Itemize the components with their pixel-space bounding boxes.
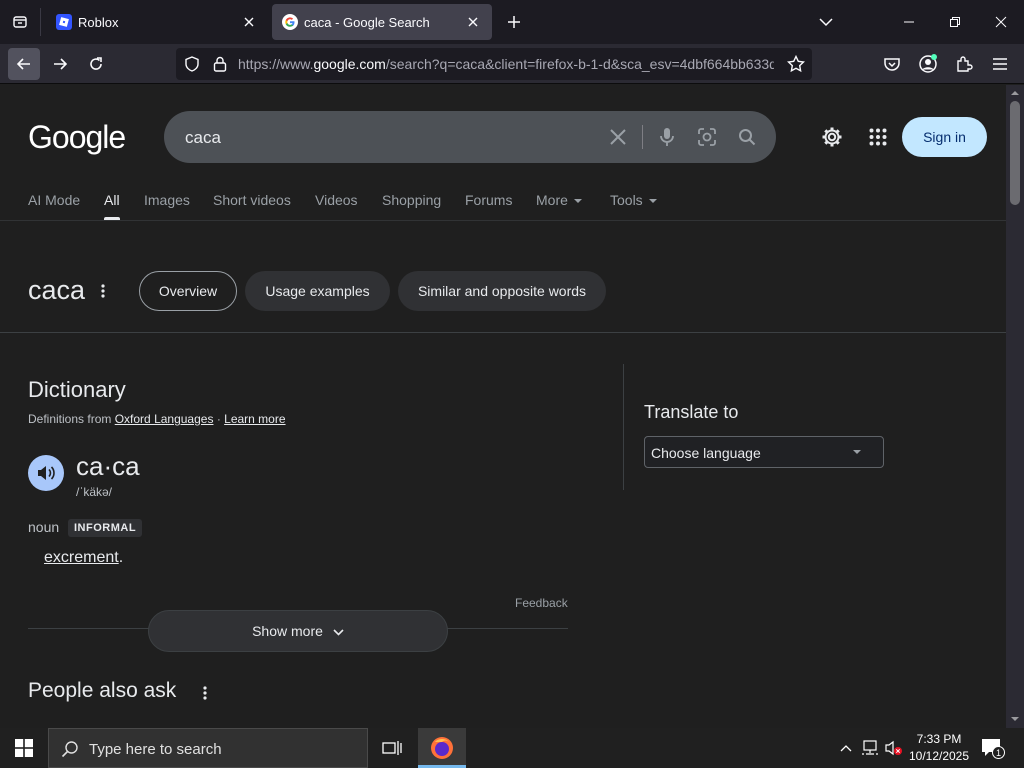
url-bar[interactable]: https://www.google.com/search?q=caca&cli… bbox=[176, 48, 812, 80]
tab-videos[interactable]: Videos bbox=[315, 192, 358, 208]
windows-start-icon[interactable] bbox=[0, 728, 48, 768]
search-term-heading: caca bbox=[28, 275, 86, 305]
tab-images[interactable]: Images bbox=[144, 192, 190, 208]
tab-roblox[interactable]: Roblox bbox=[46, 4, 268, 40]
tab-google-search[interactable]: caca - Google Search bbox=[272, 4, 492, 40]
search-icon bbox=[61, 740, 79, 763]
scroll-up-icon[interactable] bbox=[1011, 89, 1019, 97]
more-vert-icon[interactable] bbox=[198, 683, 212, 703]
chip-similar-opposite-words[interactable]: Similar and opposite words bbox=[398, 271, 606, 311]
minimize-icon[interactable] bbox=[886, 0, 932, 44]
chevron-up-icon[interactable] bbox=[836, 738, 856, 758]
extensions-puzzle-icon[interactable] bbox=[948, 48, 980, 80]
microphone-icon[interactable] bbox=[655, 125, 679, 149]
notification-icon[interactable]: 1 bbox=[980, 736, 1005, 760]
tab-short-videos[interactable]: Short videos bbox=[213, 192, 291, 208]
phonetic: /ˈkäkə/ bbox=[76, 485, 113, 499]
part-of-speech: noun bbox=[28, 519, 60, 535]
tab-title: Roblox bbox=[78, 14, 119, 30]
taskbar-clock[interactable]: 7:33 PM 10/12/2025 bbox=[906, 731, 972, 765]
notification-count: 1 bbox=[992, 746, 1005, 759]
clear-search-icon[interactable] bbox=[606, 125, 630, 149]
sign-in-button[interactable]: Sign in bbox=[902, 117, 987, 157]
pocket-icon[interactable] bbox=[876, 48, 908, 80]
firefox-taskbar-icon[interactable] bbox=[418, 728, 466, 768]
gear-icon[interactable] bbox=[818, 123, 846, 151]
web-page: Google caca Sign in AI Mode All Images S… bbox=[0, 85, 1006, 728]
roblox-favicon-icon bbox=[56, 14, 72, 30]
caret-down-icon bbox=[648, 199, 657, 204]
account-icon[interactable] bbox=[912, 48, 944, 80]
tab-forums[interactable]: Forums bbox=[465, 192, 512, 208]
restore-icon[interactable] bbox=[932, 0, 978, 44]
tab-separator bbox=[40, 8, 41, 36]
search-divider bbox=[642, 125, 643, 149]
navigation-toolbar: https://www.google.com/search?q=caca&cli… bbox=[0, 44, 1024, 84]
close-tab-icon[interactable] bbox=[240, 13, 258, 31]
new-tab-icon[interactable] bbox=[502, 10, 526, 34]
tab-all[interactable]: All bbox=[104, 192, 120, 208]
apps-grid-icon[interactable] bbox=[864, 123, 892, 151]
register-badge: INFORMAL bbox=[68, 519, 143, 537]
oxford-languages-link[interactable]: Oxford Languages bbox=[115, 412, 214, 426]
list-all-tabs-icon[interactable] bbox=[8, 10, 32, 34]
screen: Roblox caca - Google Search https://www.… bbox=[0, 0, 1024, 768]
search-box[interactable]: caca bbox=[164, 111, 776, 163]
show-more-button[interactable]: Show more bbox=[148, 610, 448, 652]
translate-title: Translate to bbox=[644, 402, 739, 422]
search-input[interactable]: caca bbox=[185, 128, 221, 148]
speaker-icon[interactable] bbox=[28, 455, 64, 491]
people-also-ask-title: People also ask bbox=[28, 679, 177, 702]
bookmark-star-icon[interactable] bbox=[786, 54, 806, 74]
tab-tools[interactable]: Tools bbox=[610, 192, 657, 208]
taskbar-search-box[interactable]: Type here to search bbox=[48, 728, 368, 768]
chip-usage-examples[interactable]: Usage examples bbox=[245, 271, 390, 311]
chip-overview[interactable]: Overview bbox=[139, 271, 237, 311]
scroll-thumb[interactable] bbox=[1010, 101, 1020, 205]
chevron-down-icon bbox=[333, 623, 344, 639]
back-arrow-icon[interactable] bbox=[8, 48, 40, 80]
tab-strip: Roblox caca - Google Search bbox=[0, 0, 1024, 44]
dictionary-source: Definitions from Oxford Languages · Lear… bbox=[28, 412, 286, 426]
google-favicon-icon bbox=[282, 14, 298, 30]
language-select[interactable]: Choose language bbox=[644, 436, 884, 468]
caret-down-icon bbox=[853, 450, 861, 454]
active-tab-indicator bbox=[104, 217, 120, 220]
close-tab-icon[interactable] bbox=[464, 13, 482, 31]
headword: ca·ca bbox=[76, 451, 140, 481]
caret-down-icon bbox=[573, 199, 582, 204]
tab-more[interactable]: More bbox=[536, 192, 582, 208]
chevron-down-icon[interactable] bbox=[814, 10, 838, 34]
page-scrollbar[interactable] bbox=[1006, 85, 1024, 728]
menu-hamburger-icon[interactable] bbox=[984, 48, 1016, 80]
vertical-divider bbox=[623, 364, 624, 490]
search-tabs: AI Mode All Images Short videos Videos S… bbox=[0, 187, 1006, 221]
speaker-muted-icon[interactable] bbox=[884, 738, 904, 758]
lens-camera-icon[interactable] bbox=[695, 125, 719, 149]
google-logo[interactable]: Google bbox=[28, 119, 126, 156]
tab-ai-mode[interactable]: AI Mode bbox=[28, 192, 80, 208]
url-text: https://www.google.com/search?q=caca&cli… bbox=[238, 56, 774, 72]
feedback-link[interactable]: Feedback bbox=[515, 596, 568, 610]
definition: excrement. bbox=[44, 549, 124, 566]
dictionary-title: Dictionary bbox=[28, 377, 126, 402]
learn-more-link[interactable]: Learn more bbox=[224, 412, 285, 426]
windows-taskbar: Type here to search 7:33 PM 10/12/2025 1 bbox=[0, 728, 1024, 768]
task-view-icon[interactable] bbox=[372, 728, 412, 768]
tab-title: caca - Google Search bbox=[304, 14, 430, 30]
shield-icon[interactable] bbox=[182, 54, 202, 74]
definition-link[interactable]: excrement bbox=[44, 549, 119, 566]
forward-arrow-icon[interactable] bbox=[44, 48, 76, 80]
scroll-down-icon[interactable] bbox=[1011, 715, 1019, 723]
more-vert-icon[interactable] bbox=[96, 281, 110, 301]
network-icon[interactable] bbox=[860, 738, 880, 758]
lock-icon[interactable] bbox=[210, 54, 230, 74]
reload-icon[interactable] bbox=[80, 48, 112, 80]
close-window-icon[interactable] bbox=[978, 0, 1024, 44]
tab-shopping[interactable]: Shopping bbox=[382, 192, 441, 208]
search-icon[interactable] bbox=[735, 125, 759, 149]
divider bbox=[0, 332, 1006, 333]
